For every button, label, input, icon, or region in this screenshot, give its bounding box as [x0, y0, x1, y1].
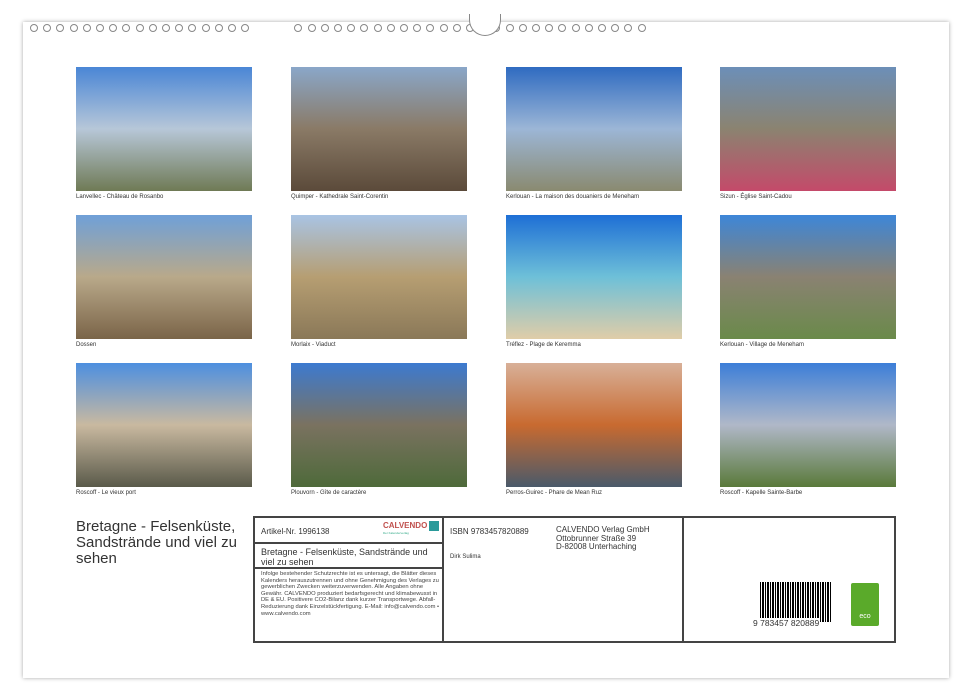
photo — [506, 67, 682, 191]
binding-hole — [175, 24, 183, 32]
photo-caption: Roscoff - Kapelle Sainte-Barbe — [720, 490, 802, 496]
binding-hole — [624, 24, 632, 32]
barcode-number: 9 783457 820889 — [753, 618, 819, 628]
binding-hole — [426, 24, 434, 32]
binding-hole — [558, 24, 566, 32]
photo-caption: Tréflez - Plage de Keremma — [506, 342, 581, 348]
author: Dirk Sulima — [450, 554, 481, 560]
binding-hole — [440, 24, 448, 32]
binding-hole — [188, 24, 196, 32]
binding-hole — [70, 24, 78, 32]
binding-hole — [294, 24, 302, 32]
binding-hole — [532, 24, 540, 32]
photo-caption: Roscoff - Le vieux port — [76, 490, 136, 496]
info-title: Bretagne - Felsenküste, Sandstrände und … — [261, 547, 439, 567]
barcode — [760, 582, 832, 622]
binding-hole — [136, 24, 144, 32]
binding-hole — [56, 24, 64, 32]
binding-hole — [347, 24, 355, 32]
binding-hole — [43, 24, 51, 32]
binding-hole — [202, 24, 210, 32]
binding-hole — [598, 24, 606, 32]
article-number: Artikel-Nr. 1996138 — [261, 527, 329, 536]
binding-hole — [308, 24, 316, 32]
calvendo-logo: CALVENDODer Kalenderverlag — [383, 521, 439, 535]
binding-hole — [228, 24, 236, 32]
photo-caption: Lanvellec - Château de Rosanbo — [76, 194, 163, 200]
photo — [76, 215, 252, 339]
photo — [291, 67, 467, 191]
photo-caption: Morlaix - Viaduct — [291, 342, 336, 348]
binding-hole — [122, 24, 130, 32]
photo-caption: Kerlouan - Village de Meneham — [720, 342, 804, 348]
binding-hole — [585, 24, 593, 32]
binding-hole — [360, 24, 368, 32]
binding-hole — [506, 24, 514, 32]
publisher-address: CALVENDO Verlag GmbHOttobrunner Straße 3… — [556, 526, 650, 552]
photo-caption: Dossen — [76, 342, 96, 348]
binding-hole — [374, 24, 382, 32]
binding-hole — [321, 24, 329, 32]
binding-hole — [96, 24, 104, 32]
isbn: ISBN 9783457820889 — [450, 527, 529, 536]
info-box: Artikel-Nr. 1996138 CALVENDODer Kalender… — [253, 516, 896, 643]
binding-hole — [162, 24, 170, 32]
photo-caption: Sizun - Église Saint-Cadou — [720, 194, 792, 200]
binding-hole — [519, 24, 527, 32]
photo-caption: Perros-Guirec - Phare de Mean Ruz — [506, 490, 602, 496]
binding-hole — [149, 24, 157, 32]
binding-hole — [334, 24, 342, 32]
binding-hole — [109, 24, 117, 32]
photo — [76, 67, 252, 191]
photo — [291, 363, 467, 487]
calendar-title: Bretagne - Felsenküste, Sandstrände und … — [76, 519, 246, 567]
binding-hole — [453, 24, 461, 32]
binding-hole — [387, 24, 395, 32]
binding-hole — [545, 24, 553, 32]
binding-hole — [215, 24, 223, 32]
photo — [720, 363, 896, 487]
photo — [720, 67, 896, 191]
photo — [720, 215, 896, 339]
photo — [506, 363, 682, 487]
photo — [506, 215, 682, 339]
binding-hole — [30, 24, 38, 32]
binding-hole — [638, 24, 646, 32]
binding-hole — [241, 24, 249, 32]
photo-caption: Kerlouan - La maison des douaniers de Me… — [506, 194, 639, 200]
legal-notice: Infolge bestehender Schutzrechte ist es … — [261, 571, 441, 617]
binding-hole — [83, 24, 91, 32]
photo-caption: Quimper - Kathedrale Saint-Corentin — [291, 194, 388, 200]
photo — [291, 215, 467, 339]
eco-badge: eco — [851, 583, 879, 626]
photo-caption: Plouvorn - Gîte de caractère — [291, 490, 366, 496]
binding-hole — [611, 24, 619, 32]
binding-hole — [413, 24, 421, 32]
photo — [76, 363, 252, 487]
binding-hole — [572, 24, 580, 32]
binding-hole — [400, 24, 408, 32]
